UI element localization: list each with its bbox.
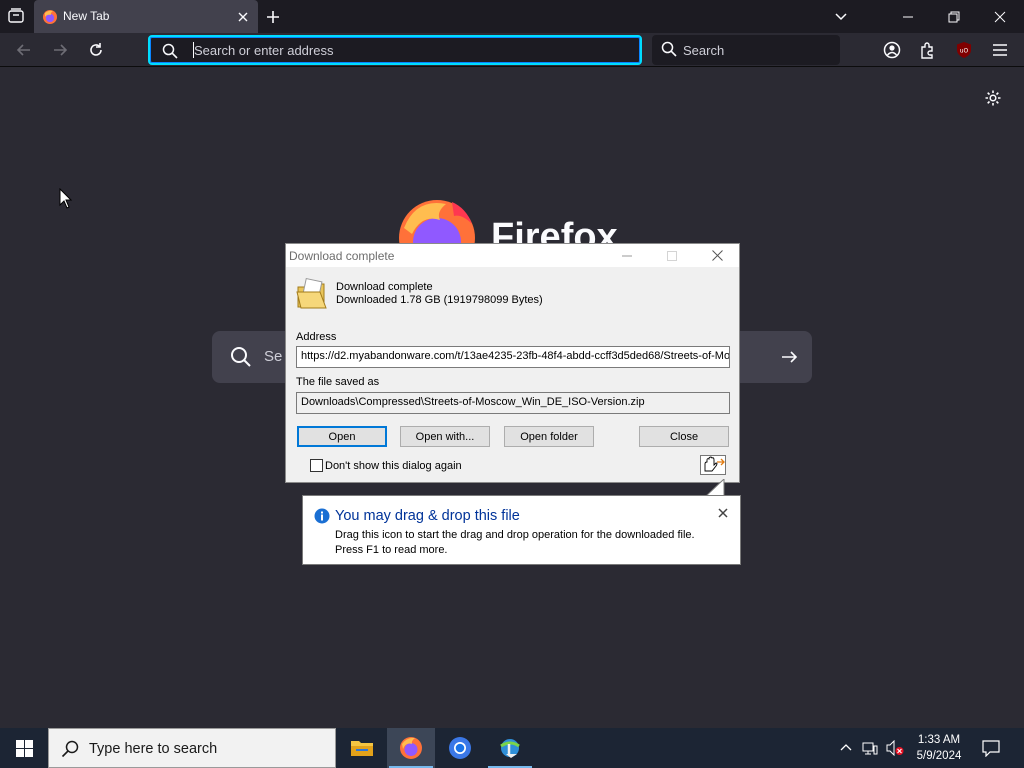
firefox-view-button[interactable]	[4, 4, 28, 28]
tab-title: New Tab	[63, 9, 110, 23]
tab-new-tab[interactable]: New Tab	[34, 0, 258, 33]
address-field[interactable]: https://d2.myabandonware.com/t/13ae4235-…	[296, 346, 730, 368]
dont-show-label[interactable]: Don't show this dialog again	[325, 460, 462, 472]
firefox-favicon-icon	[42, 9, 58, 25]
restore-window-icon[interactable]	[931, 0, 977, 33]
dialog-maximize-icon	[657, 244, 687, 267]
taskbar-file-explorer[interactable]	[338, 728, 386, 768]
address-bar-placeholder: Search or enter address	[194, 43, 334, 58]
firefox-icon	[400, 737, 422, 759]
show-hidden-icons-chevron-up-icon[interactable]	[838, 740, 854, 756]
tooltip-close-icon[interactable]	[717, 506, 729, 518]
open-folder-icon	[296, 277, 328, 311]
mouse-cursor-icon	[59, 187, 73, 210]
list-all-tabs-chevron-icon[interactable]	[818, 0, 864, 33]
tab-close-icon[interactable]	[236, 9, 250, 23]
search-icon	[162, 43, 178, 59]
address-label: Address	[296, 331, 337, 343]
newtab-search-placeholder: Se	[264, 348, 283, 365]
tooltip-text: Drag this icon to start the drag and dro…	[335, 528, 735, 558]
new-tab-plus-icon[interactable]	[264, 8, 282, 26]
network-icon[interactable]	[862, 740, 878, 756]
dialog-titlebar[interactable]: Download complete	[286, 244, 739, 267]
address-bar[interactable]: Search or enter address	[148, 35, 642, 65]
action-center-notification-icon[interactable]	[982, 739, 1000, 758]
drag-drop-tooltip: You may drag & drop this file Drag this …	[302, 495, 741, 565]
open-button[interactable]: Open	[297, 426, 387, 447]
reload-icon[interactable]	[86, 40, 106, 60]
taskbar-search-placeholder: Type here to search	[89, 741, 218, 757]
search-bar[interactable]: Search	[652, 35, 840, 65]
firefox-logo-icon	[396, 198, 478, 276]
download-complete-dialog: Download complete Download complete Down…	[285, 243, 740, 483]
clock-time: 1:33 AM	[917, 734, 961, 746]
close-button[interactable]: Close	[639, 426, 729, 447]
dialog-minimize-icon[interactable]	[612, 244, 642, 267]
extensions-puzzle-icon[interactable]	[918, 40, 938, 60]
start-windows-icon[interactable]	[0, 728, 48, 768]
open-folder-button[interactable]: Open folder	[504, 426, 594, 447]
taskbar-firefox[interactable]	[387, 728, 435, 768]
search-submit-arrow-icon[interactable]	[780, 348, 798, 366]
taskbar-search-box[interactable]: Type here to search	[48, 728, 336, 768]
dialog-title: Download complete	[289, 249, 395, 263]
drag-drop-hand-icon[interactable]	[700, 455, 726, 475]
folder-icon	[351, 741, 373, 756]
volume-muted-icon[interactable]	[886, 739, 904, 757]
ublock-origin-icon[interactable]: uO	[954, 40, 974, 60]
back-arrow-icon[interactable]	[14, 40, 34, 60]
svg-text:uO: uO	[960, 48, 969, 55]
download-status: Download complete Downloaded 1.78 GB (19…	[336, 281, 543, 307]
open-with-button[interactable]: Open with...	[400, 426, 490, 447]
taskbar-chrome[interactable]	[436, 728, 484, 768]
clock-date: 5/9/2024	[916, 750, 962, 762]
status-detail: Downloaded 1.78 GB (1919798099 Bytes)	[336, 294, 543, 306]
tab-bar: New Tab	[0, 0, 1024, 33]
dialog-close-icon[interactable]	[702, 244, 732, 267]
internet-download-manager-icon	[500, 739, 520, 758]
tooltip-title: You may drag & drop this file	[335, 508, 520, 524]
search-icon	[61, 740, 79, 758]
search-bar-placeholder: Search	[683, 43, 725, 58]
navigation-toolbar: Search or enter address Search uO	[0, 33, 1024, 67]
minimize-window-icon[interactable]	[885, 0, 931, 33]
search-icon	[230, 346, 252, 368]
windows-taskbar: Type here to search 1:33 AM 5/9/2024	[0, 728, 1024, 768]
system-clock[interactable]: 1:33 AM 5/9/2024	[908, 732, 970, 764]
chrome-icon	[449, 737, 471, 759]
personalize-settings-gear-icon[interactable]	[984, 89, 1002, 107]
hamburger-menu-icon[interactable]	[990, 40, 1010, 60]
tooltip-line-1: Drag this icon to start the drag and dro…	[335, 529, 695, 541]
saved-as-label: The file saved as	[296, 376, 380, 388]
dont-show-checkbox[interactable]	[310, 459, 323, 472]
saved-as-field[interactable]: Downloads\Compressed\Streets-of-Moscow_W…	[296, 392, 730, 414]
search-icon	[661, 41, 677, 57]
tooltip-line-2: Press F1 to read more.	[335, 544, 448, 556]
account-icon[interactable]	[882, 40, 902, 60]
status-title: Download complete	[336, 281, 433, 293]
close-window-icon[interactable]	[977, 0, 1023, 33]
taskbar-idm[interactable]	[486, 728, 534, 768]
forward-arrow-icon[interactable]	[50, 40, 70, 60]
info-icon	[314, 508, 330, 524]
